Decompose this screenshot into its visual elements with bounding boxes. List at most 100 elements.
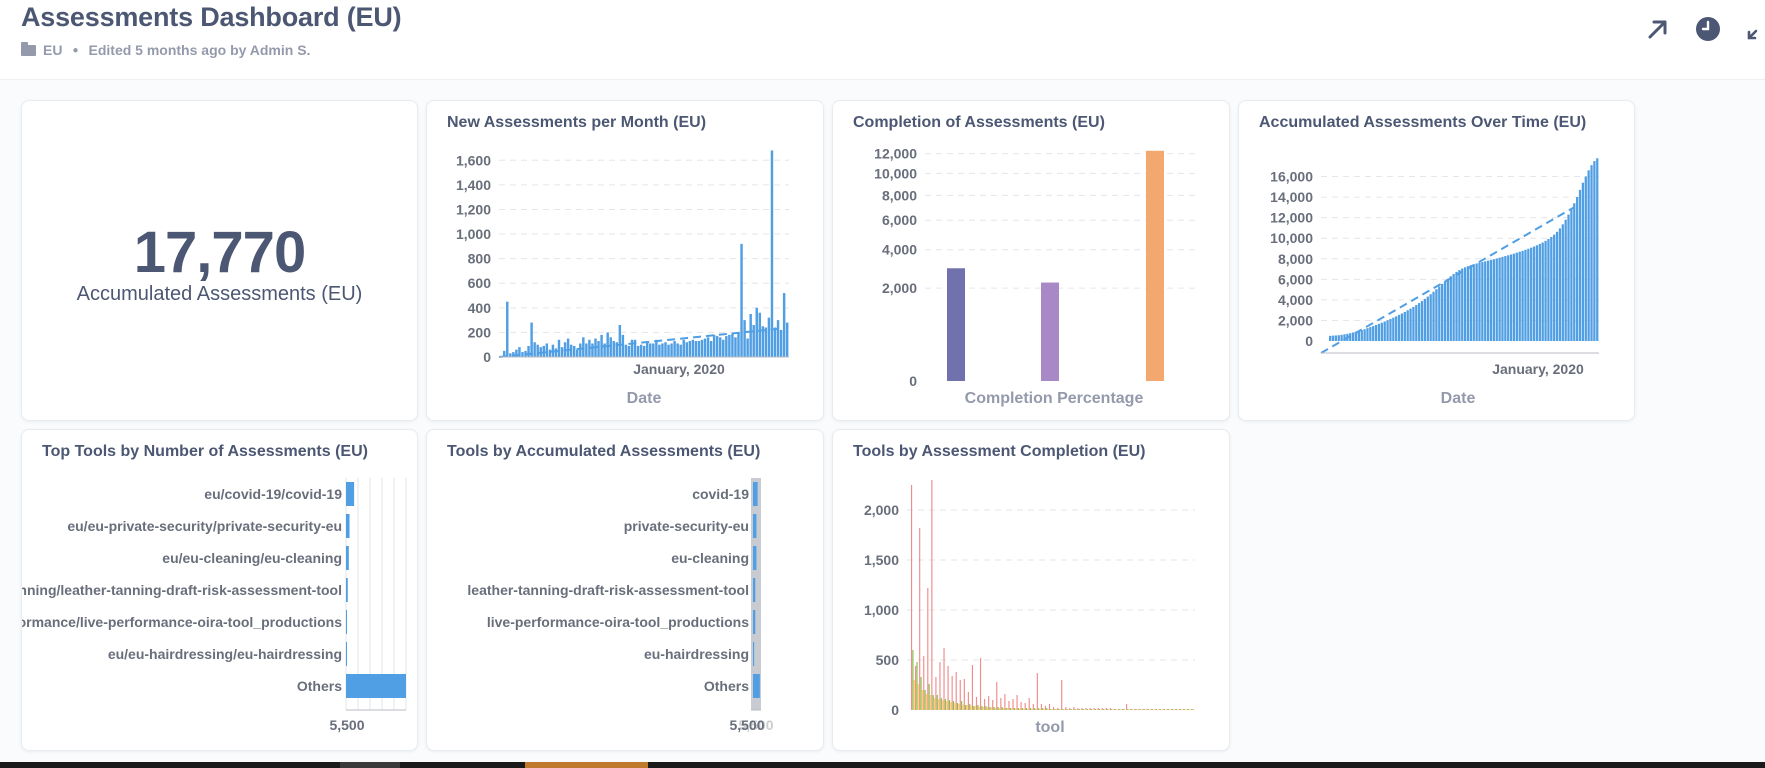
fullscreen-icon[interactable] <box>1745 16 1765 42</box>
bar <box>1495 258 1498 341</box>
bar-label: eu/covid-19/covid-19 <box>204 486 342 502</box>
bar-label: eu/eu-private-security/private-security-… <box>67 518 342 534</box>
bar <box>946 701 948 710</box>
bar <box>579 343 582 357</box>
bar <box>591 343 594 357</box>
bar <box>661 343 664 357</box>
bar <box>560 347 564 357</box>
bar <box>988 696 990 710</box>
bar <box>767 317 771 357</box>
bar <box>1028 698 1030 710</box>
bar <box>1138 709 1140 710</box>
card-completion[interactable]: Completion of Assessments (EU) 0 2,000 4,0… <box>832 100 1230 421</box>
bar <box>527 345 530 357</box>
bar <box>1121 709 1124 710</box>
bar <box>1162 709 1164 710</box>
bar <box>346 674 406 698</box>
bar <box>1047 709 1049 710</box>
bar <box>673 341 676 357</box>
bar <box>1181 709 1183 711</box>
bar <box>1027 708 1029 710</box>
bar <box>566 338 570 357</box>
bar <box>1012 699 1014 710</box>
bar <box>973 706 975 710</box>
bar <box>959 680 961 710</box>
bar <box>743 320 746 357</box>
card-top-tools[interactable]: Top Tools by Number of Assessments (EU) … <box>21 429 418 751</box>
bar-label: Others <box>297 678 342 694</box>
bar <box>609 337 612 357</box>
bar <box>1059 709 1061 710</box>
bar <box>1123 709 1125 710</box>
folder-icon <box>21 41 36 56</box>
bar <box>1193 709 1195 711</box>
bar <box>582 337 585 357</box>
bar-label: covid-19 <box>692 486 749 502</box>
bar <box>911 485 913 710</box>
bar-label: eu/live-performance/live-performance-oir… <box>22 614 342 630</box>
bar <box>962 704 964 710</box>
bar <box>1331 335 1335 341</box>
collection-link[interactable]: EU <box>43 42 62 58</box>
bar <box>1532 246 1536 341</box>
bar <box>728 334 731 357</box>
bar <box>618 325 622 357</box>
bar <box>917 684 919 710</box>
bar <box>530 322 533 357</box>
bar <box>1406 310 1409 341</box>
card-tools-completion[interactable]: Tools by Assessment Completion (EU) 0 500… <box>832 429 1230 751</box>
bar <box>933 698 936 710</box>
bar <box>737 332 740 357</box>
bar <box>1097 708 1099 710</box>
bar <box>1024 703 1026 710</box>
bar <box>1340 334 1343 341</box>
bar <box>986 707 988 710</box>
bar <box>752 325 755 357</box>
bar <box>1429 294 1432 341</box>
bar <box>1048 704 1051 710</box>
clock-icon[interactable] <box>1695 16 1721 42</box>
card-tools-accumulated[interactable]: Tools by Accumulated Assessments (EU) co… <box>426 429 824 751</box>
bar <box>1116 709 1118 711</box>
bar <box>929 695 932 710</box>
bar <box>753 514 757 538</box>
chart-top-tools: eu/covid-19/covid-19 eu/eu-private-securi… <box>22 478 407 733</box>
bar <box>679 344 682 357</box>
bar <box>1507 255 1510 341</box>
bar <box>533 342 536 357</box>
bar <box>940 698 942 710</box>
bar <box>1400 313 1404 341</box>
bar <box>658 344 661 357</box>
bar <box>1007 708 1009 710</box>
bar <box>1066 709 1068 710</box>
bar <box>1126 704 1128 710</box>
bar-label: eu-cleaning <box>671 550 749 566</box>
taskbar-item[interactable] <box>525 762 648 768</box>
bar <box>984 699 986 710</box>
bar <box>1111 709 1113 710</box>
bar <box>913 680 915 710</box>
bar <box>931 480 933 710</box>
bar <box>1593 161 1596 341</box>
card-accumulated-over-time[interactable]: Accumulated Assessments Over Time (EU) 0… <box>1238 100 1635 421</box>
card-accumulated-scalar[interactable]: 17,770 Accumulated Assessments (EU) <box>21 100 418 421</box>
bar <box>1085 708 1087 710</box>
chart-new-per-month: 0 200 400 600 800 1,000 1,200 1,400 1,600 Januar… <box>456 150 789 407</box>
bar <box>753 610 756 634</box>
scalar-label[interactable]: Accumulated Assessments (EU) <box>22 283 417 306</box>
bar <box>1564 219 1567 341</box>
bar <box>667 344 670 357</box>
bar <box>965 705 967 710</box>
bar <box>1038 708 1040 710</box>
bar <box>753 546 757 570</box>
taskbar-item[interactable] <box>340 762 400 768</box>
bar <box>612 341 615 357</box>
bar <box>509 353 512 357</box>
bar <box>734 337 737 357</box>
edited-info[interactable]: Edited 5 months ago by Admin S. <box>89 42 311 58</box>
arrow-up-right-icon[interactable] <box>1645 16 1671 42</box>
bar <box>1098 709 1101 710</box>
bar <box>1492 259 1495 341</box>
card-new-per-month[interactable]: New Assessments per Month (EU) 0 200 400 60… <box>426 100 824 421</box>
bar <box>597 341 600 357</box>
